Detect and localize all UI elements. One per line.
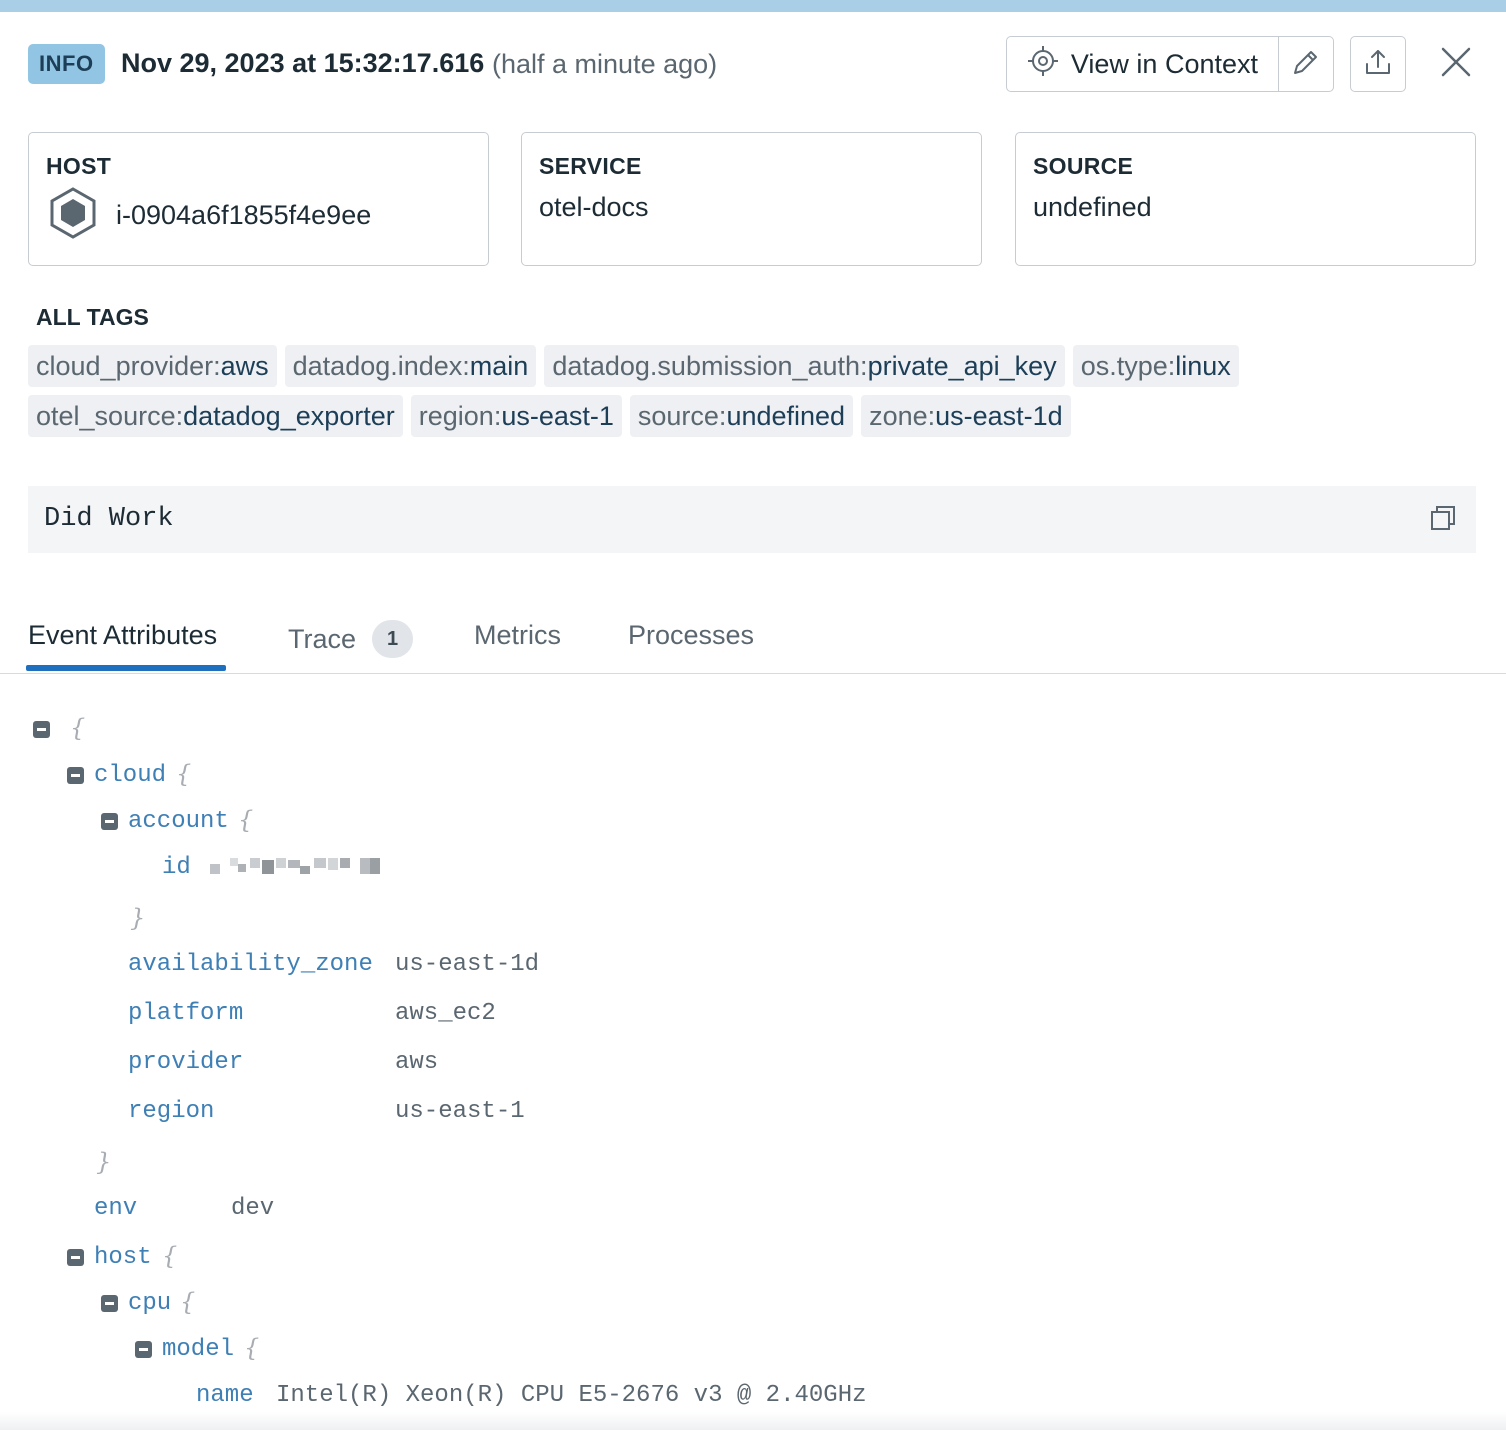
collapse-icon[interactable]: [101, 1295, 118, 1312]
collapse-icon[interactable]: [67, 1249, 84, 1266]
cpu-open-brace: {: [180, 1288, 196, 1316]
tab-metrics-label: Metrics: [474, 620, 561, 650]
cloud-key[interactable]: cloud: [94, 762, 166, 789]
service-value: otel-docs: [539, 192, 649, 222]
tab-event-attributes-label: Event Attributes: [28, 620, 218, 650]
all-tags-title: ALL TAGS: [36, 304, 149, 330]
service-label: SERVICE: [539, 153, 642, 179]
target-icon: [1027, 45, 1059, 84]
tag-os-type[interactable]: os.type:linux: [1072, 345, 1239, 387]
account-key[interactable]: account: [128, 808, 229, 835]
platform-key[interactable]: platform: [128, 1000, 243, 1027]
view-in-context-button[interactable]: View in Context: [1007, 37, 1279, 91]
upload-icon: [1363, 47, 1393, 82]
tab-processes[interactable]: Processes: [628, 620, 754, 651]
view-in-context-label: View in Context: [1070, 48, 1258, 79]
view-edit-button-group: View in Context: [1005, 36, 1334, 92]
top-accent-bar: [0, 0, 1506, 12]
availability-zone-key[interactable]: availability_zone: [128, 951, 373, 978]
tag-zone[interactable]: zone:us-east-1d: [861, 395, 1071, 437]
root-open-brace: {: [70, 714, 86, 742]
collapse-icon[interactable]: [101, 813, 118, 830]
log-message: Did Work: [28, 486, 1476, 553]
collapse-icon[interactable]: [67, 767, 84, 784]
env-key[interactable]: env: [94, 1195, 137, 1222]
close-icon: [1440, 46, 1472, 83]
trace-count-badge: 1: [372, 620, 414, 658]
region-key[interactable]: region: [128, 1098, 214, 1125]
availability-zone-value[interactable]: us-east-1d: [395, 951, 539, 978]
source-value: undefined: [1033, 192, 1152, 222]
host-key[interactable]: host: [94, 1244, 152, 1271]
cpu-key[interactable]: cpu: [128, 1290, 171, 1317]
model-open-brace: {: [244, 1334, 260, 1362]
tag-region[interactable]: region:us-east-1: [410, 395, 622, 437]
cloud-close-brace: }: [96, 1148, 112, 1176]
tab-trace[interactable]: Trace 1: [288, 620, 414, 658]
account-close-brace: }: [130, 904, 146, 932]
share-button[interactable]: [1350, 36, 1406, 92]
relative-time: (half a minute ago): [492, 49, 718, 79]
tab-bar: Event Attributes Trace 1 Metrics Process…: [0, 612, 1506, 674]
source-card[interactable]: SOURCE undefined: [1015, 132, 1476, 266]
tag-list: cloud_provider:aws datadog.index:main da…: [28, 345, 1328, 445]
tag-cloud-provider[interactable]: cloud_provider:aws: [28, 345, 277, 387]
log-timestamp: Nov 29, 2023 at 15:32:17.616: [121, 48, 485, 78]
id-key[interactable]: id: [162, 854, 191, 881]
source-label: SOURCE: [1033, 153, 1134, 179]
provider-value[interactable]: aws: [395, 1049, 438, 1076]
tab-event-attributes[interactable]: Event Attributes: [28, 620, 217, 651]
host-value: i-0904a6f1855f4e9ee: [116, 200, 372, 230]
env-value[interactable]: dev: [231, 1195, 274, 1222]
service-card[interactable]: SERVICE otel-docs: [521, 132, 982, 266]
cloud-open-brace: {: [176, 760, 192, 788]
host-label: HOST: [46, 153, 112, 179]
host-open-brace: {: [162, 1242, 178, 1270]
tag-otel-source[interactable]: otel_source:datadog_exporter: [28, 395, 403, 437]
collapse-icon[interactable]: [33, 721, 50, 738]
active-tab-indicator: [26, 665, 226, 671]
name-key[interactable]: name: [196, 1382, 254, 1409]
tab-processes-label: Processes: [628, 620, 755, 650]
platform-value[interactable]: aws_ec2: [395, 1000, 496, 1027]
redacted-value: [210, 855, 382, 877]
status-badge: INFO: [28, 44, 105, 84]
edit-button[interactable]: [1279, 37, 1333, 91]
tag-source[interactable]: source:undefined: [629, 395, 854, 437]
tag-submission-auth[interactable]: datadog.submission_auth:private_api_key: [544, 345, 1065, 387]
region-value[interactable]: us-east-1: [395, 1098, 525, 1125]
account-open-brace: {: [238, 806, 254, 834]
scroll-fade: [0, 1412, 1506, 1430]
host-card[interactable]: HOST i-0904a6f1855f4e9ee: [28, 132, 489, 266]
tag-datadog-index[interactable]: datadog.index:main: [284, 345, 537, 387]
close-button[interactable]: [1434, 42, 1478, 86]
hexagon-host-icon: [46, 186, 100, 245]
provider-key[interactable]: provider: [128, 1049, 243, 1076]
copy-icon[interactable]: [1428, 503, 1458, 533]
collapse-icon[interactable]: [135, 1341, 152, 1358]
tab-metrics[interactable]: Metrics: [474, 620, 561, 651]
name-value[interactable]: Intel(R) Xeon(R) CPU E5-2676 v3 @ 2.40GH…: [276, 1382, 867, 1409]
log-message-text: Did Work: [44, 504, 174, 534]
model-key[interactable]: model: [162, 1336, 234, 1363]
log-header: INFO Nov 29, 2023 at 15:32:17.616 (half …: [28, 36, 1478, 92]
pencil-icon: [1291, 47, 1321, 82]
tab-trace-label: Trace: [288, 623, 357, 654]
